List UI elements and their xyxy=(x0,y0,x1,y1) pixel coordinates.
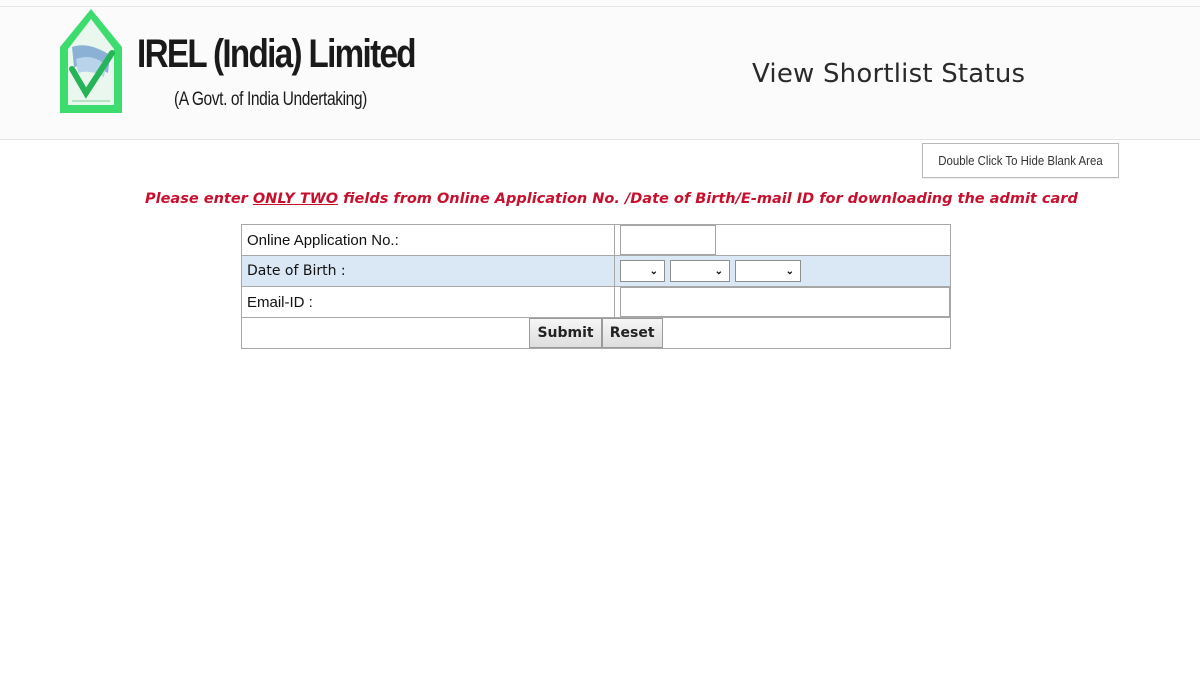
top-border xyxy=(0,0,1200,7)
submit-button[interactable]: Submit xyxy=(529,318,602,348)
dob-day-select[interactable]: ⌄ xyxy=(620,260,665,282)
instruction-emphasis: ONLY TWO xyxy=(252,191,339,207)
email-input[interactable] xyxy=(620,287,950,317)
instruction-text: Please enter ONLY TWO fields from Online… xyxy=(145,191,1078,207)
org-name: IREL (India) Limited xyxy=(137,32,417,76)
page-title: View Shortlist Status xyxy=(752,59,1026,89)
email-cell xyxy=(614,286,951,318)
dob-cell: ⌄ ⌄ ⌄ xyxy=(614,255,951,287)
dob-month-select[interactable]: ⌄ xyxy=(670,260,730,282)
dob-row: Date of Birth : ⌄ ⌄ ⌄ xyxy=(241,255,951,287)
chevron-down-icon: ⌄ xyxy=(714,265,723,277)
email-row: Email-ID : xyxy=(241,286,951,318)
button-cell: Submit Reset xyxy=(241,317,951,349)
application-number-input[interactable] xyxy=(620,225,716,255)
email-label: Email-ID : xyxy=(241,286,615,318)
chevron-down-icon: ⌄ xyxy=(785,265,794,277)
instruction-prefix: Please enter xyxy=(145,191,253,207)
application-cell xyxy=(614,224,951,256)
instruction-suffix: fields from Online Application No. /Date… xyxy=(338,191,1078,207)
hide-blank-area-button[interactable]: Double Click To Hide Blank Area xyxy=(922,143,1119,178)
irel-logo-icon xyxy=(58,7,124,115)
reset-button[interactable]: Reset xyxy=(601,318,663,348)
hide-blank-area-label: Double Click To Hide Blank Area xyxy=(938,153,1103,168)
admit-card-form: Online Application No.: Date of Birth : … xyxy=(241,224,951,349)
application-row: Online Application No.: xyxy=(241,224,951,256)
chevron-down-icon: ⌄ xyxy=(649,265,658,277)
page-header: IREL (India) Limited (A Govt. of India U… xyxy=(0,7,1200,140)
application-label: Online Application No.: xyxy=(241,224,615,256)
dob-year-select[interactable]: ⌄ xyxy=(735,260,801,282)
org-subtitle: (A Govt. of India Undertaking) xyxy=(174,89,367,110)
dob-label: Date of Birth : xyxy=(241,255,615,287)
button-row: Submit Reset xyxy=(241,317,951,349)
